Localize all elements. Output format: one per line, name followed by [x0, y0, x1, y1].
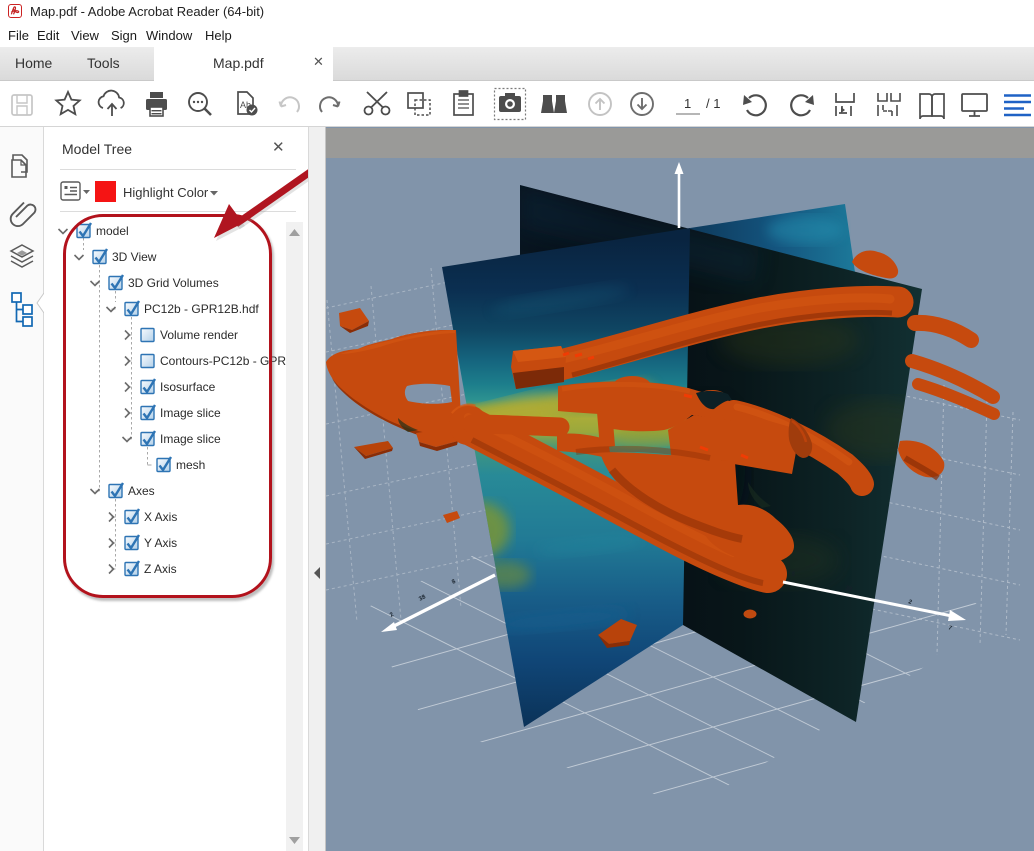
svg-text:Image slice: Image slice — [160, 432, 221, 446]
svg-text:Axes: Axes — [128, 484, 155, 498]
svg-text:Z Axis: Z Axis — [144, 562, 177, 576]
svg-text:1: 1 — [684, 96, 691, 111]
svg-text:Y Axis: Y Axis — [144, 536, 177, 550]
svg-text:X Axis: X Axis — [144, 510, 177, 524]
svg-text:3D View: 3D View — [112, 250, 157, 264]
svg-text:Image slice: Image slice — [160, 406, 221, 420]
svg-text:3D Grid Volumes: 3D Grid Volumes — [128, 276, 219, 290]
svg-text:Contours-PC12b - GPR1: Contours-PC12b - GPR1 — [160, 354, 289, 368]
svg-text:mesh: mesh — [176, 458, 205, 472]
svg-text:PC12b - GPR12B.hdf: PC12b - GPR12B.hdf — [144, 302, 259, 316]
svg-text:/ 1: / 1 — [706, 96, 720, 111]
svg-text:Volume render: Volume render — [160, 328, 238, 342]
svg-text:model: model — [96, 224, 129, 238]
svg-text:Isosurface: Isosurface — [160, 380, 216, 394]
